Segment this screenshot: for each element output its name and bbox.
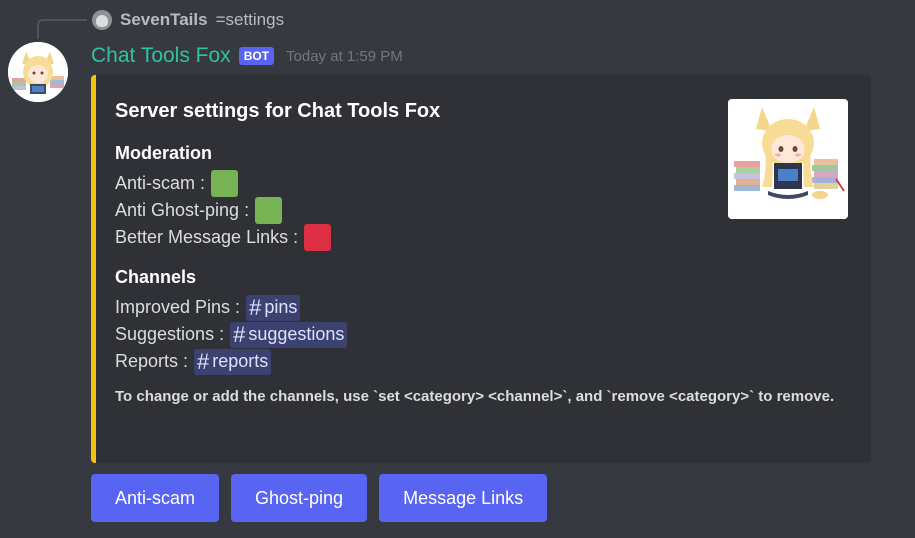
moderation-item-label: Anti Ghost-ping : <box>115 200 250 220</box>
red-square-icon <box>304 224 332 251</box>
channels-field-name: Channels <box>115 267 197 287</box>
bot-tag: BOT <box>238 47 275 65</box>
reply-avatar[interactable] <box>92 10 112 30</box>
moderation-item-label: Better Message Links : <box>115 227 299 247</box>
channel-name: pins <box>264 297 298 317</box>
action-row: Anti-scam Ghost-ping Message Links <box>91 474 548 522</box>
channel-mention-pins[interactable]: # pins <box>246 294 301 321</box>
hash-icon: # <box>233 321 246 347</box>
timestamp: Today at 1:59 PM <box>286 47 403 65</box>
reply-text[interactable]: =settings <box>216 10 285 30</box>
reply-author[interactable]: SevenTails <box>120 10 208 30</box>
channel-item-label: Suggestions : <box>115 324 225 344</box>
embed-thumbnail[interactable] <box>728 99 848 219</box>
embed-footer-text: To change or add the channels, use `set … <box>115 388 835 405</box>
channel-name: reports <box>212 351 269 371</box>
channel-item: Improved Pins : # pins <box>115 294 851 321</box>
avatar[interactable] <box>8 42 68 102</box>
channels-field: Channels Improved Pins : # pins Suggesti… <box>115 267 851 375</box>
moderation-item: Better Message Links : <box>115 224 851 251</box>
ghost-ping-button[interactable]: Ghost-ping <box>231 474 368 522</box>
channel-item-label: Improved Pins : <box>115 297 241 317</box>
message-links-button[interactable]: Message Links <box>379 474 548 522</box>
author-name[interactable]: Chat Tools Fox <box>91 44 231 68</box>
anti-scam-button[interactable]: Anti-scam <box>91 474 220 522</box>
green-square-icon <box>255 197 283 224</box>
hash-icon: # <box>197 348 210 374</box>
channel-mention-reports[interactable]: # reports <box>194 348 272 375</box>
channel-item: Suggestions : # suggestions <box>115 321 851 348</box>
green-square-icon <box>211 170 239 197</box>
settings-embed: Server settings for Chat Tools Fox Moder… <box>91 75 871 463</box>
moderation-item-label: Anti-scam : <box>115 173 206 193</box>
reply-spine <box>37 19 87 39</box>
channel-mention-suggestions[interactable]: # suggestions <box>230 321 348 348</box>
reply-preview[interactable]: SevenTails =settings <box>92 8 284 32</box>
fox-avatar-icon <box>8 42 68 102</box>
hash-icon: # <box>249 294 262 320</box>
message-header: Chat Tools Fox BOT Today at 1:59 PM <box>91 42 403 70</box>
channel-item-label: Reports : <box>115 351 189 371</box>
channel-name: suggestions <box>248 324 345 344</box>
fox-thumbnail-icon <box>728 99 848 219</box>
channel-item: Reports : # reports <box>115 348 851 375</box>
